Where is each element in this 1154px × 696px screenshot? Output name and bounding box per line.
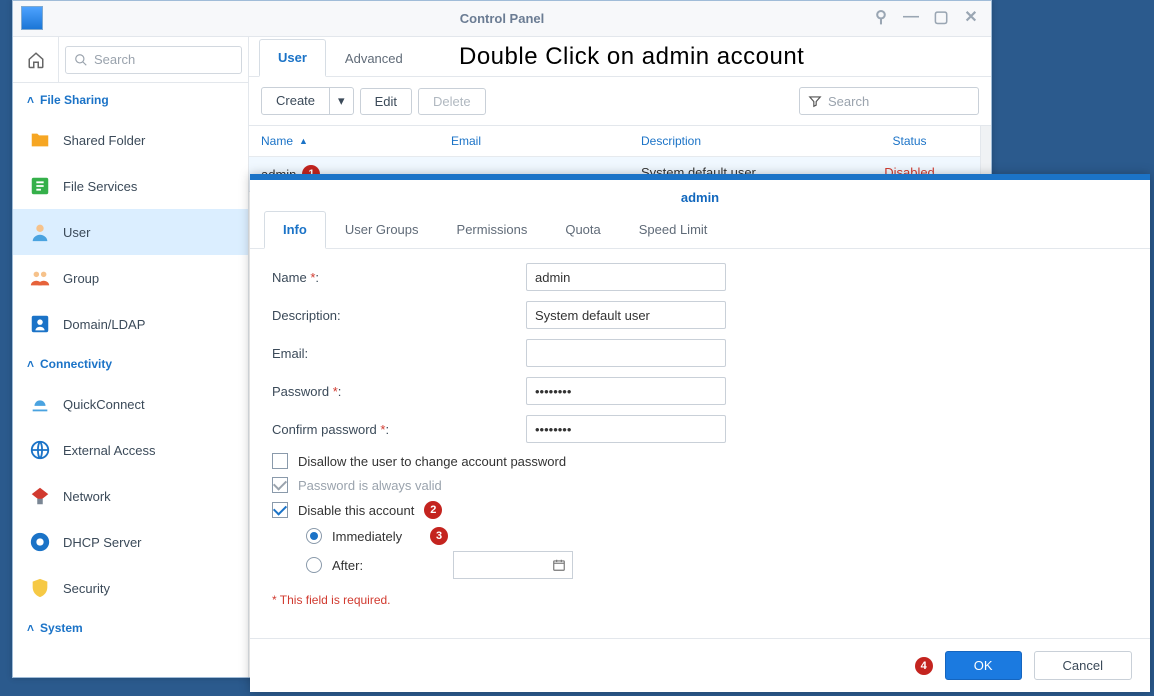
toolbar: Create ▾ Edit Delete Search (249, 77, 991, 126)
sidebar-item-user[interactable]: User (13, 209, 248, 255)
home-button[interactable] (13, 37, 59, 82)
main-tabs: User Advanced Double Click on admin acco… (249, 37, 991, 77)
col-name[interactable]: Name ▲ (261, 134, 451, 148)
sidebar-search-placeholder: Search (94, 52, 135, 67)
sidebar-item-external-access[interactable]: External Access (13, 427, 248, 473)
tab-advanced[interactable]: Advanced (326, 40, 422, 76)
checkbox-icon (272, 453, 288, 469)
radio-after[interactable]: After: (306, 551, 1128, 579)
after-date-field[interactable] (453, 551, 573, 579)
pin-icon[interactable]: ⚲ (869, 5, 893, 29)
window-controls: ⚲ — ▢ ✕ (869, 5, 983, 29)
domain-ldap-icon (29, 313, 51, 335)
grid-header: Name ▲ Email Description Status (249, 126, 980, 157)
network-icon (29, 485, 51, 507)
sidebar-item-security[interactable]: Security (13, 565, 248, 611)
titlebar[interactable]: Control Panel ⚲ — ▢ ✕ (13, 1, 991, 37)
checkbox-disallow-change[interactable]: Disallow the user to change account pass… (272, 453, 1128, 469)
section-system[interactable]: ˄ System (13, 611, 248, 645)
sidebar: Search ˄ File Sharing Shared Folder File… (13, 37, 249, 677)
sidebar-item-dhcp-server[interactable]: DHCP Server (13, 519, 248, 565)
col-email[interactable]: Email (451, 134, 641, 148)
sidebar-item-group[interactable]: Group (13, 255, 248, 301)
radio-checked-icon (306, 528, 322, 544)
tab-speed-limit[interactable]: Speed Limit (620, 211, 727, 248)
section-connectivity[interactable]: ˄ Connectivity (13, 347, 248, 381)
chevron-up-icon: ˄ (27, 621, 34, 635)
delete-button: Delete (418, 88, 486, 115)
minimize-button[interactable]: — (899, 5, 923, 29)
checkbox-checked-icon (272, 477, 288, 493)
user-icon (29, 221, 51, 243)
chevron-up-icon: ˄ (27, 93, 34, 107)
tab-info[interactable]: Info (264, 211, 326, 249)
name-field[interactable] (526, 263, 726, 291)
filter-icon (808, 94, 822, 108)
label-email: Email: (272, 346, 526, 361)
cancel-button[interactable]: Cancel (1034, 651, 1132, 680)
quickconnect-icon (29, 393, 51, 415)
tab-permissions[interactable]: Permissions (438, 211, 547, 248)
checkbox-disable-account[interactable]: Disable this account 2 (272, 501, 1128, 519)
col-status[interactable]: Status (851, 134, 968, 148)
dhcp-server-icon (29, 531, 51, 553)
sidebar-item-file-services[interactable]: File Services (13, 163, 248, 209)
shield-icon (29, 577, 51, 599)
sort-asc-icon: ▲ (299, 136, 308, 146)
dialog-form: Name *: Description: Email: Password *: … (250, 249, 1150, 638)
maximize-button[interactable]: ▢ (929, 5, 953, 29)
sidebar-item-network[interactable]: Network (13, 473, 248, 519)
description-field[interactable] (526, 301, 726, 329)
external-access-icon (29, 439, 51, 461)
create-button[interactable]: Create ▾ (261, 87, 354, 115)
toolbar-search[interactable]: Search (799, 87, 979, 115)
radio-immediately[interactable]: Immediately 3 (306, 527, 1128, 545)
label-description: Description: (272, 308, 526, 323)
label-confirm-password: Confirm password *: (272, 422, 526, 437)
dropdown-caret-icon[interactable]: ▾ (330, 88, 353, 114)
col-description[interactable]: Description (641, 134, 851, 148)
section-file-sharing[interactable]: ˄ File Sharing (13, 83, 248, 117)
file-services-icon (29, 175, 51, 197)
home-icon (27, 51, 45, 69)
search-icon (74, 53, 88, 67)
label-password: Password *: (272, 384, 526, 399)
sidebar-item-domain-ldap[interactable]: Domain/LDAP (13, 301, 248, 347)
close-button[interactable]: ✕ (959, 5, 983, 29)
sidebar-item-shared-folder[interactable]: Shared Folder (13, 117, 248, 163)
dialog-tabs: Info User Groups Permissions Quota Speed… (250, 211, 1150, 249)
email-field[interactable] (526, 339, 726, 367)
sidebar-item-quickconnect[interactable]: QuickConnect (13, 381, 248, 427)
dialog-footer: 4 OK Cancel (250, 638, 1150, 692)
label-name: Name *: (272, 270, 526, 285)
annotation-badge-4: 4 (915, 657, 933, 675)
annotation-badge-3: 3 (430, 527, 448, 545)
window-title: Control Panel (460, 11, 545, 26)
confirm-password-field[interactable] (526, 415, 726, 443)
app-icon (21, 6, 43, 30)
shared-folder-icon (29, 129, 51, 151)
user-edit-dialog: admin Info User Groups Permissions Quota… (250, 174, 1150, 692)
radio-icon (306, 557, 322, 573)
calendar-icon (552, 558, 566, 572)
annotation-badge-2: 2 (424, 501, 442, 519)
tab-user[interactable]: User (259, 39, 326, 77)
tab-quota[interactable]: Quota (546, 211, 619, 248)
tab-user-groups[interactable]: User Groups (326, 211, 438, 248)
edit-button[interactable]: Edit (360, 88, 412, 115)
password-field[interactable] (526, 377, 726, 405)
checkbox-password-always-valid: Password is always valid (272, 477, 1128, 493)
checkbox-checked-icon (272, 502, 288, 518)
required-hint: * This field is required. (272, 593, 1128, 607)
instruction-headline: Double Click on admin account (459, 43, 804, 71)
ok-button[interactable]: OK (945, 651, 1022, 680)
group-icon (29, 267, 51, 289)
sidebar-search[interactable]: Search (59, 37, 248, 82)
dialog-title: admin (250, 180, 1150, 211)
chevron-up-icon: ˄ (27, 357, 34, 371)
